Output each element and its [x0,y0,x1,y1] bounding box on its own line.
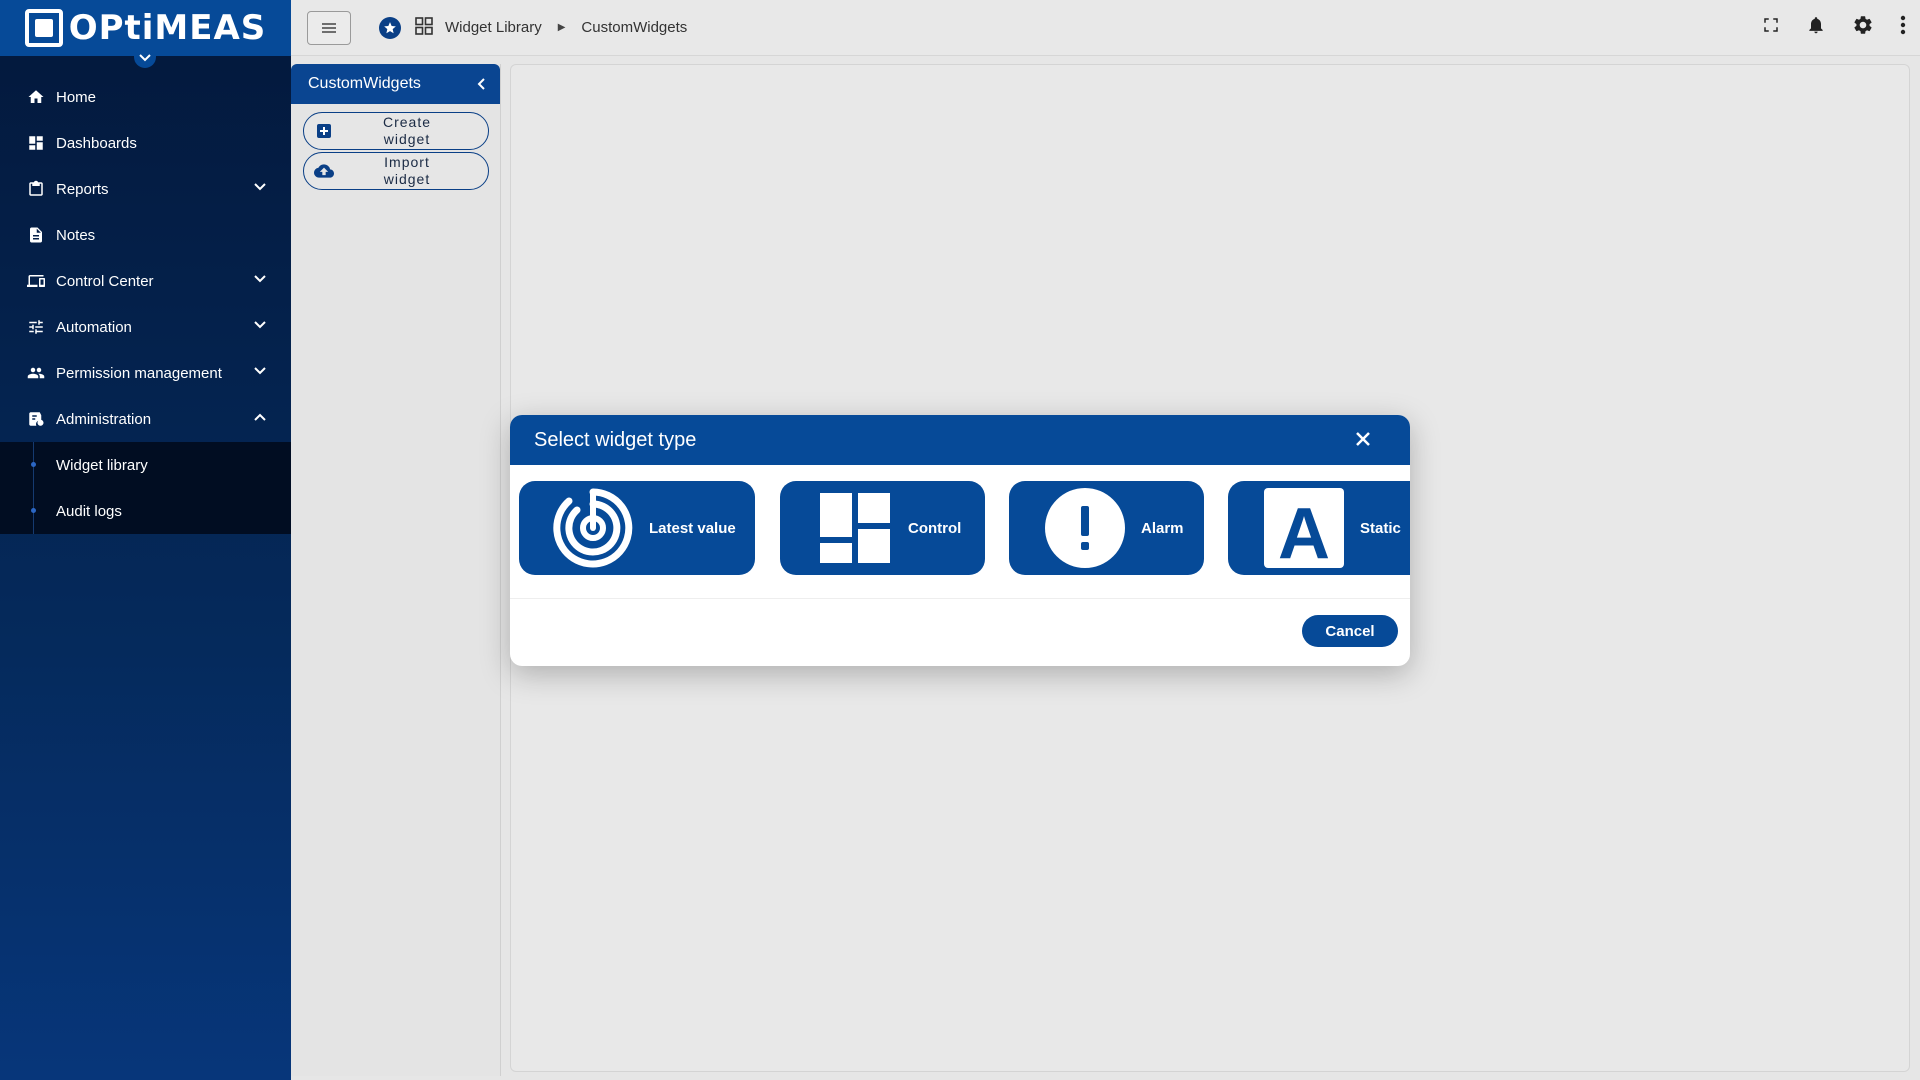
hamburger-icon [322,22,336,33]
devices-icon [26,271,46,291]
chip-logo-icon [24,9,63,47]
widget-grid-icon [415,16,433,39]
sidebar-item-label: Control Center [56,272,154,290]
cancel-button-label: Cancel [1325,622,1375,640]
dashboard-icon [26,133,46,153]
widget-type-list[interactable]: Latest value Control Alarm A Static [510,465,1410,585]
administration-submenu: Widget library Audit logs [0,442,291,534]
favorite-star-icon[interactable] [379,16,401,39]
dialog-title: Select widget type [534,428,697,451]
chevron-down-icon [254,183,266,191]
widget-type-alarm[interactable]: Alarm [1009,481,1204,575]
breadcrumb-widget-library[interactable]: Widget Library [445,19,542,36]
dialog-footer: Cancel [510,598,1410,666]
cancel-button[interactable]: Cancel [1302,615,1398,647]
add-box-icon [304,124,344,138]
sidebar-item-label: Home [56,88,97,106]
brand-bar: OPtiMEAS [0,0,291,68]
card-label: Control [908,519,962,537]
sidebar-item-label: Reports [56,180,109,198]
sidebar: OPtiMEAS Home Dashboards Reports Notes C… [0,0,291,1080]
widget-type-control[interactable]: Control [780,481,985,575]
sidebar-subitem-audit-logs[interactable]: Audit logs [0,488,291,534]
sliders-icon [26,317,46,337]
sidebar-item-home[interactable]: Home [0,74,291,120]
people-icon [26,363,46,383]
sidebar-item-automation[interactable]: Automation [0,304,291,350]
card-label: Static [1360,519,1401,537]
create-widget-label: Create widget [382,114,432,147]
topbar-actions [1762,14,1906,41]
latest-value-icon [553,488,633,568]
card-label: Alarm [1141,519,1184,537]
sidebar-item-reports[interactable]: Reports [0,166,291,212]
widget-type-static[interactable]: A Static [1228,481,1410,575]
brand-name: OPtiMEAS [68,8,267,48]
sidebar-item-label: Notes [56,226,96,244]
logo[interactable]: OPtiMEAS [24,8,267,48]
sidebar-item-permission-management[interactable]: Permission management [0,350,291,396]
import-widget-button[interactable]: Import widget [303,152,489,190]
create-widget-button[interactable]: Create widget [303,112,489,150]
widgets-panel: CustomWidgets Create widget Import widge… [291,64,501,1076]
control-icon [818,491,892,565]
panel-header: CustomWidgets [291,64,500,104]
panel-title: CustomWidgets [308,75,421,92]
card-label: Latest value [649,519,736,537]
sidebar-item-dashboards[interactable]: Dashboards [0,120,291,166]
widget-type-latest-value[interactable]: Latest value [519,481,755,575]
sidebar-item-label: Automation [56,318,132,336]
sidebar-nav: Home Dashboards Reports Notes Control Ce… [0,74,291,534]
chevron-down-icon [254,367,266,375]
gear-icon[interactable] [1852,14,1874,41]
breadcrumb: Widget Library ▶ CustomWidgets [379,16,688,39]
sidebar-item-label: Administration [56,410,152,428]
chevron-down-icon [254,275,266,283]
fullscreen-icon[interactable] [1762,16,1780,39]
alarm-icon [1045,488,1125,568]
sidebar-item-control-center[interactable]: Control Center [0,258,291,304]
sidebar-collapse-toggle[interactable] [134,52,156,68]
menu-toggle-button[interactable] [307,10,351,45]
bell-icon[interactable] [1806,14,1826,41]
chevron-down-icon [254,321,266,329]
home-icon [26,87,46,107]
cloud-upload-icon [304,164,344,178]
more-vert-icon[interactable] [1900,15,1906,40]
import-widget-label: Import widget [383,154,431,187]
clipboard-icon [26,179,46,199]
svg-text:A: A [1278,494,1330,568]
sidebar-subitem-label: Widget library [56,456,148,474]
close-icon[interactable] [1354,430,1372,454]
document-icon [26,225,46,245]
topbar: Widget Library ▶ CustomWidgets [291,0,1920,56]
sidebar-item-label: Permission management [56,364,222,382]
breadcrumb-customwidgets: CustomWidgets [581,19,688,36]
dialog-header: Select widget type [510,415,1410,465]
sidebar-item-label: Dashboards [56,134,137,152]
static-icon: A [1264,488,1344,568]
sidebar-subitem-widget-library[interactable]: Widget library [0,442,291,488]
chevron-down-icon [139,54,151,62]
admin-icon [26,409,46,429]
breadcrumb-separator-icon: ▶ [557,22,566,33]
sidebar-item-notes[interactable]: Notes [0,212,291,258]
sidebar-item-administration[interactable]: Administration [0,396,291,442]
chevron-up-icon [254,413,266,421]
sidebar-subitem-label: Audit logs [56,502,122,520]
chevron-left-icon[interactable] [476,78,486,90]
select-widget-type-dialog: Select widget type Latest value Control … [510,415,1410,666]
